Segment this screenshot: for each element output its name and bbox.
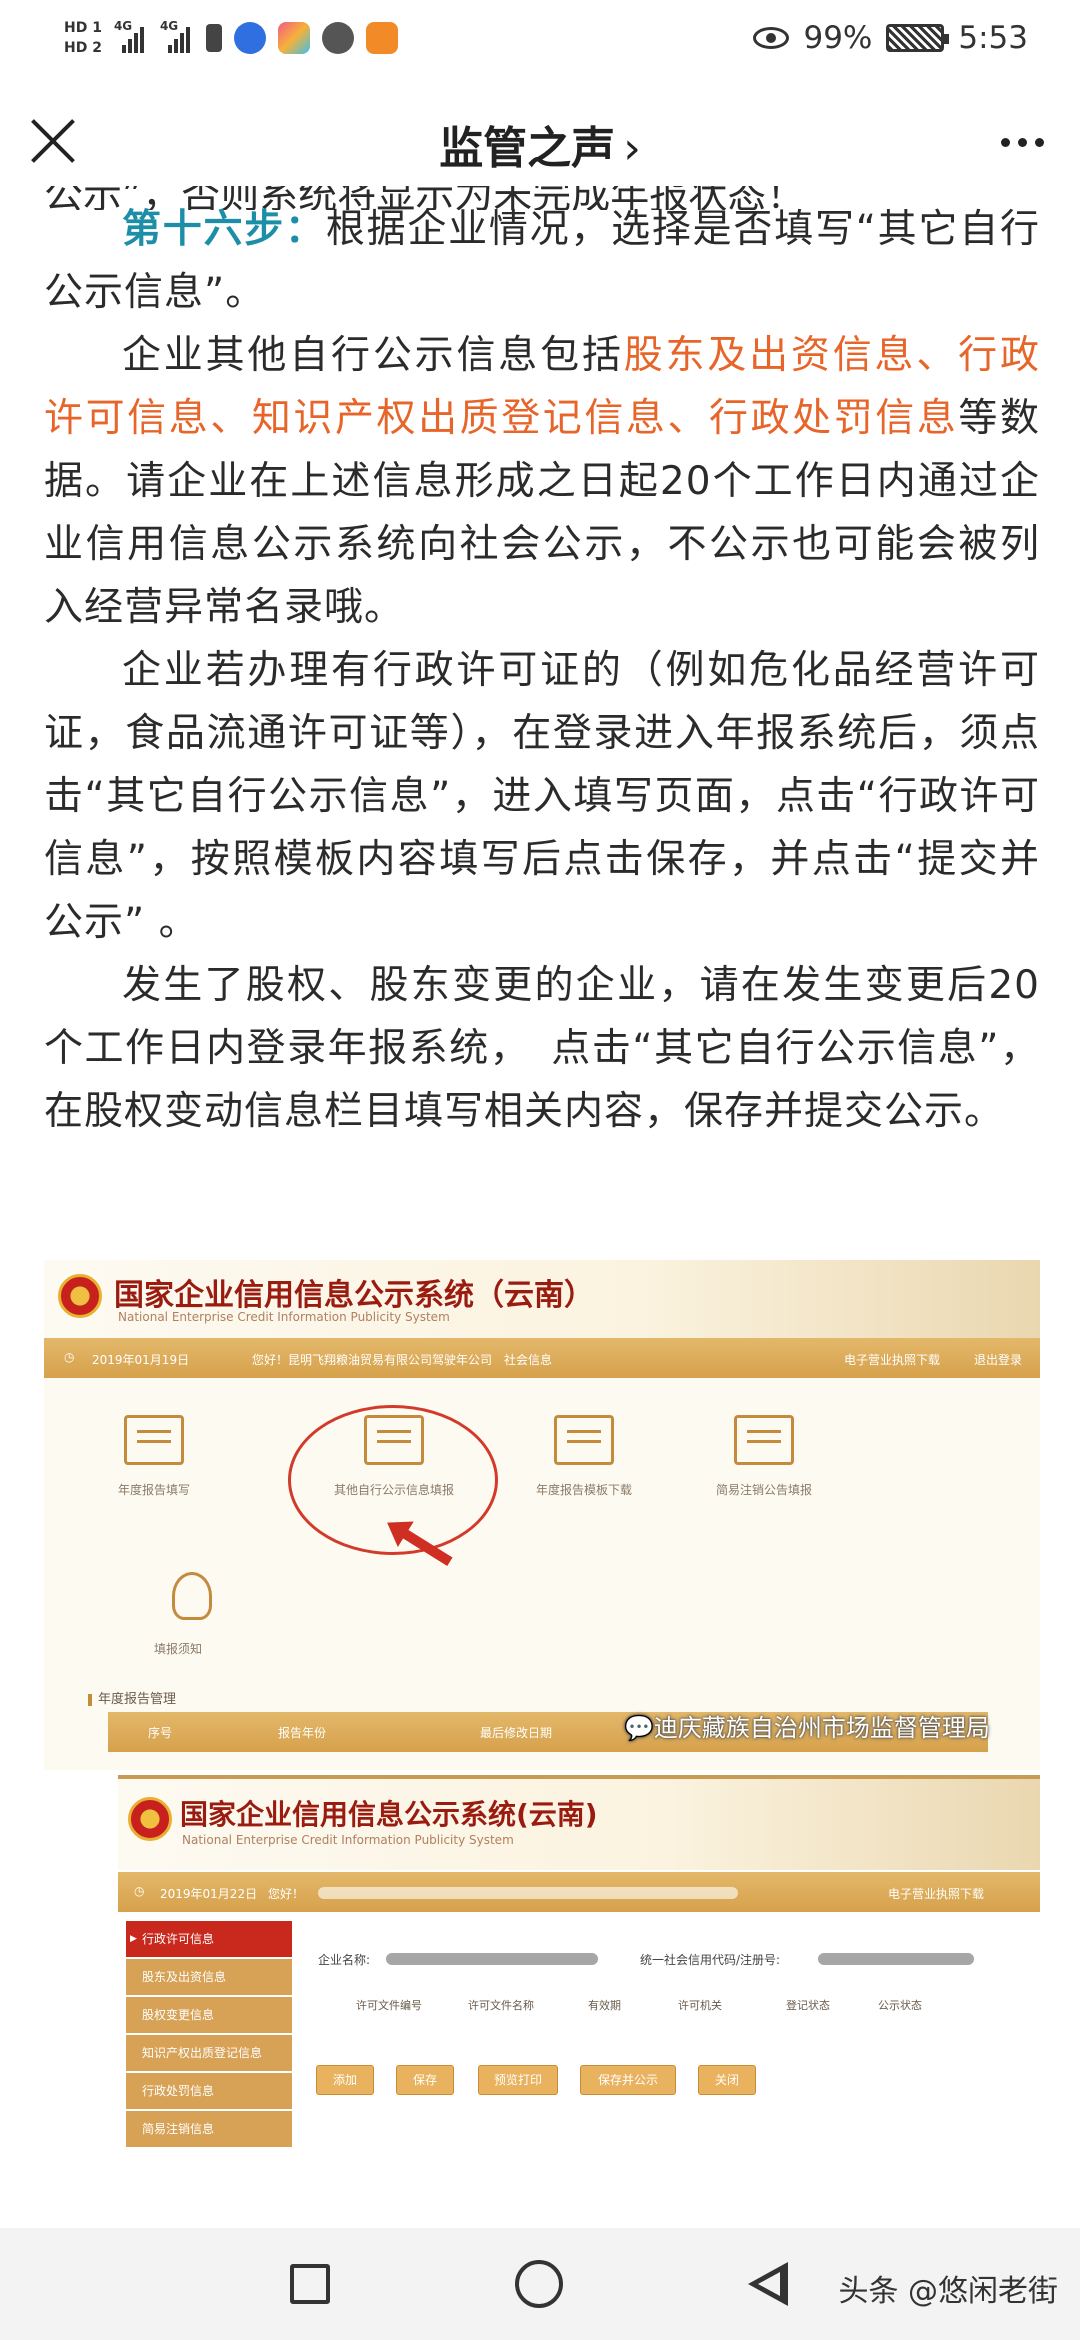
section-title: 年度报告管理 <box>88 1688 176 1707</box>
lightbulb-icon <box>172 1572 212 1620</box>
sidebar-item-license: 行政许可信息 <box>126 1921 292 1957</box>
sidebar-item-penalty: 行政处罚信息 <box>126 2073 292 2109</box>
redacted-text <box>318 1887 738 1899</box>
chevron-right-icon: › <box>623 123 641 174</box>
shot2-download-license: 电子营业执照下载 <box>888 1887 985 1901</box>
sidebar-item-ip-pledge: 知识产权出质登记信息 <box>126 2035 292 2071</box>
paragraph-step16: 第十六步：根据企业情况，选择是否填写“其它自行公示信息”。 <box>44 198 1040 324</box>
text-segment: 企业其他自行公示信息包括 <box>122 333 624 378</box>
more-options-icon[interactable] <box>1001 138 1044 147</box>
battery-saver-icon <box>205 24 222 52</box>
shot1-subtitle: National Enterprise Credit Information P… <box>118 1310 450 1324</box>
hd-badges: HD 1 HD 2 <box>64 20 102 56</box>
column-header: 登记状态 <box>786 1999 830 2012</box>
column-header: 序号 <box>148 1726 173 1740</box>
preview-print-button: 预览打印 <box>478 2065 558 2095</box>
national-emblem-icon <box>128 1797 172 1841</box>
column-header: 许可文件编号 <box>356 1999 422 2012</box>
shot1-logout: 退出登录 <box>974 1353 1023 1367</box>
account-name: 监管之声 <box>439 123 616 174</box>
watermark-text: 迪庆藏族自治州市场监督管理局 <box>653 1714 990 1742</box>
source-watermark: 💬迪庆藏族自治州市场监督管理局 <box>624 1714 990 1742</box>
network-type-1: 4G <box>113 19 133 33</box>
edit-icon <box>124 1415 184 1465</box>
shot2-login-prefix: 您好！ <box>268 1887 305 1901</box>
tile-label: 年度报告模板下载 <box>535 1483 632 1497</box>
system-nav-bar: 头条 @悠闲老街 <box>0 2228 1080 2340</box>
eye-comfort-icon <box>753 27 790 49</box>
save-and-publish-button: 保存并公示 <box>580 2065 676 2095</box>
shot2-navband: ◷ 2019年01月22日 您好！ 电子营业执照下载 <box>118 1872 1040 1912</box>
browser-app-icon <box>321 22 354 54</box>
hd1-badge: HD 1 <box>64 20 102 36</box>
form-icon <box>554 1415 614 1465</box>
save-button: 保存 <box>396 2065 454 2095</box>
signal-2-icon: 4G <box>160 19 194 53</box>
battery-icon <box>886 24 950 52</box>
source-watermark: 头条 @悠闲老街 <box>838 2274 1058 2309</box>
redacted-company-name <box>386 1953 598 1965</box>
tile-annual-report-fill: 年度报告填写 <box>94 1415 214 1498</box>
status-right: 99% 5:53 <box>753 14 1028 62</box>
credit-code-label: 统一社会信用代码/注册号: <box>640 1953 781 1967</box>
company-name-label: 企业名称: <box>318 1953 371 1967</box>
redacted-credit-code <box>818 1953 974 1965</box>
screenshot-annual-report-home: 国家企业信用信息公示系统（云南） National Enterprise Cre… <box>44 1260 1040 1770</box>
column-header: 报告年份 <box>278 1726 327 1740</box>
hd2-badge: HD 2 <box>64 40 102 56</box>
tile-label: 年度报告填写 <box>117 1483 190 1497</box>
home-icon[interactable] <box>515 2260 563 2308</box>
shot1-date: 2019年01月19日 <box>92 1353 190 1367</box>
screenshot-license-form: 国家企业信用信息公示系统(云南) National Enterprise Cre… <box>118 1775 1040 2175</box>
column-header: 最后修改日期 <box>480 1726 553 1740</box>
clock: 5:53 <box>958 20 1028 56</box>
paragraph-equity-change: 发生了股权、股东变更的企业，请在发生变更后20个工作日内登录年报系统， 点击“其… <box>44 963 1040 1134</box>
shot2-date: 2019年01月22日 <box>160 1887 258 1901</box>
sidebar-item-shareholders: 股东及出资信息 <box>126 1959 292 1995</box>
shot1-navband: ◷ 2019年01月19日 您好！昆明飞翔粮油贸易有限公司驾驶年公司 社会信息 … <box>44 1338 1040 1378</box>
sidebar-item-deregistration: 简易注销信息 <box>126 2111 292 2147</box>
shot2-subtitle: National Enterprise Credit Information P… <box>182 1833 514 1847</box>
back-icon[interactable] <box>744 2260 792 2308</box>
music-app-icon <box>233 22 266 54</box>
gallery-app-icon <box>277 22 310 54</box>
shot1-download-license: 电子营业执照下载 <box>844 1353 941 1367</box>
sidebar-item-equity-change: 股权变更信息 <box>126 1997 292 2033</box>
column-header: 公示状态 <box>878 1999 922 2012</box>
shot1-header: 国家企业信用信息公示系统（云南） National Enterprise Cre… <box>44 1260 1040 1338</box>
shot1-title: 国家企业信用信息公示系统（云南） <box>114 1278 594 1313</box>
column-header: 许可文件名称 <box>468 1999 534 2012</box>
paragraph-other-info: 企业其他自行公示信息包括股东及出资信息、行政许可信息、知识产权出质登记信息、行政… <box>44 324 1040 639</box>
video-app-icon <box>365 22 398 54</box>
page-title[interactable]: 监管之声 › <box>0 112 1080 176</box>
column-header: 有效期 <box>588 1999 621 2012</box>
battery-percent: 99% <box>803 20 873 56</box>
tile-simple-deregistration: 简易注销公告填报 <box>704 1415 824 1498</box>
signal-1-icon: 4G <box>114 19 148 53</box>
clock-icon: ◷ <box>134 1884 145 1898</box>
inbox-icon <box>734 1415 794 1465</box>
clock-icon: ◷ <box>64 1350 75 1364</box>
shot2-header: 国家企业信用信息公示系统(云南) National Enterprise Cre… <box>118 1775 1040 1870</box>
tile-template-download: 年度报告模板下载 <box>524 1415 644 1498</box>
step-label: 第十六步： <box>122 207 326 252</box>
shot1-login-info: 您好！昆明飞翔粮油贸易有限公司驾驶年公司 社会信息 <box>252 1353 553 1367</box>
national-emblem-icon <box>58 1274 102 1318</box>
close-button: 关闭 <box>698 2065 756 2095</box>
status-left: HD 1 HD 2 4G 4G <box>64 10 398 66</box>
network-type-2: 4G <box>159 19 179 33</box>
article-body: 第十六步：根据企业情况，选择是否填写“其它自行公示信息”。 企业其他自行公示信息… <box>44 198 1040 1143</box>
add-button: 添加 <box>316 2065 374 2095</box>
bulb-label: 填报须知 <box>154 1642 203 1656</box>
shot2-title: 国家企业信用信息公示系统(云南) <box>180 1798 598 1831</box>
recent-apps-icon[interactable] <box>290 2264 330 2304</box>
column-header: 许可机关 <box>678 1999 722 2012</box>
tile-label: 简易注销公告填报 <box>715 1483 812 1497</box>
paragraph-license: 企业若办理有行政许可证的（例如危化品经营许可证，食品流通许可证等），在登录进入年… <box>44 648 1040 945</box>
status-bar: HD 1 HD 2 4G 4G 99% 5:53 <box>0 0 1080 76</box>
